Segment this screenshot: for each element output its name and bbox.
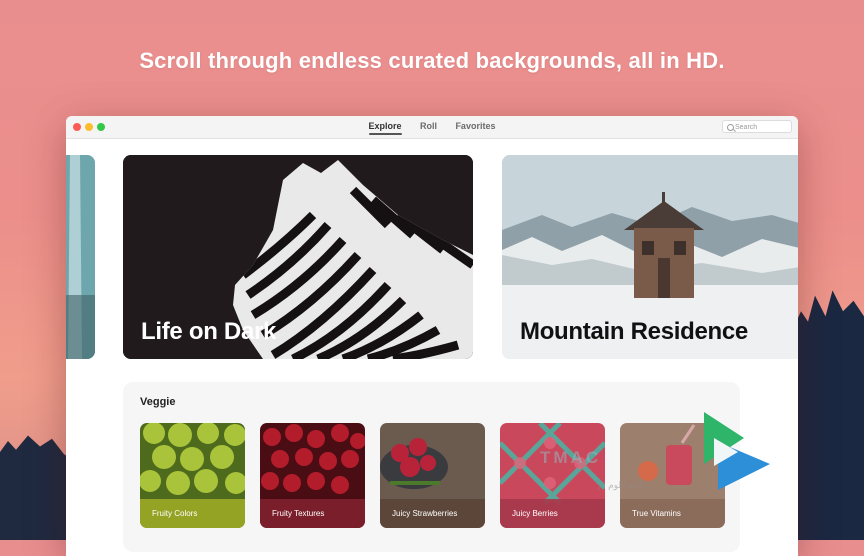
section-title: Veggie bbox=[140, 396, 176, 408]
tile-label: Juicy Berries bbox=[500, 499, 605, 528]
tile-fruity-textures[interactable]: Fruity Textures bbox=[260, 423, 365, 528]
hero-card-mountain-residence[interactable]: Mountain Residence bbox=[502, 155, 798, 359]
hero-card-life-on-dark[interactable]: Life on Dark bbox=[123, 155, 473, 359]
watermark-text: TMAC bbox=[540, 448, 602, 467]
hero-title-life-on-dark: Life on Dark bbox=[141, 318, 277, 345]
tab-roll[interactable]: Roll bbox=[420, 116, 437, 136]
collection-section-veggie: Veggie Fruity Colors Fruity Textures Jui… bbox=[123, 382, 740, 552]
tile-label: True Vitamins bbox=[620, 499, 725, 528]
tile-label: Fruity Textures bbox=[260, 499, 365, 528]
tab-explore[interactable]: Explore bbox=[368, 116, 402, 136]
waterfall-image bbox=[66, 155, 95, 359]
background-hills-right bbox=[794, 290, 864, 540]
titlebar: Explore Roll Favorites Search bbox=[66, 116, 798, 139]
tile-label: Juicy Strawberries bbox=[380, 499, 485, 528]
search-icon bbox=[727, 124, 734, 131]
watermark-logo-icon bbox=[704, 412, 770, 490]
tile-fruity-colors[interactable]: Fruity Colors bbox=[140, 423, 245, 528]
tile-label: Fruity Colors bbox=[140, 499, 245, 528]
hero-card-partial[interactable] bbox=[66, 155, 95, 359]
tab-favorites[interactable]: Favorites bbox=[455, 116, 495, 136]
search-placeholder: Search bbox=[735, 124, 758, 131]
app-window: Explore Roll Favorites Search Life on Da… bbox=[66, 116, 798, 556]
search-input[interactable]: Search bbox=[722, 120, 792, 133]
watermark-subtext: راجع اللوم الإ bbox=[598, 480, 647, 490]
tile-juicy-berries[interactable]: Juicy Berries bbox=[500, 423, 605, 528]
hero-title-mountain-residence: Mountain Residence bbox=[520, 318, 748, 345]
tagline: Scroll through endless curated backgroun… bbox=[139, 48, 725, 73]
tab-bar: Explore Roll Favorites bbox=[66, 116, 798, 138]
tile-juicy-strawberries[interactable]: Juicy Strawberries bbox=[380, 423, 485, 528]
